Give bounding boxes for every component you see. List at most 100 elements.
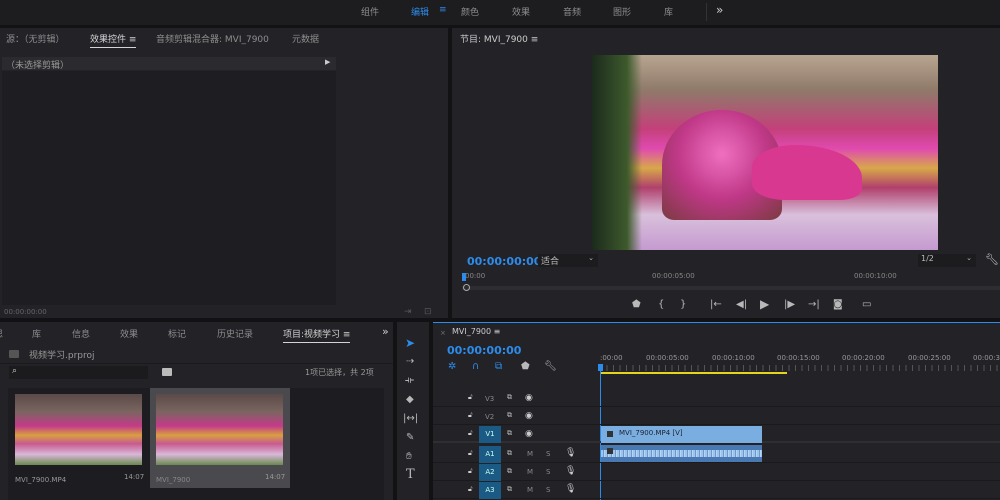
mark-out-icon[interactable]: } — [680, 300, 686, 310]
sync-icon[interactable]: ⧉ — [507, 429, 512, 438]
mute-button[interactable]: M — [527, 468, 533, 476]
razor-tool-icon[interactable]: ◆ — [406, 395, 414, 405]
microphone-icon[interactable]: 🎙︎ — [565, 466, 576, 476]
timeline-timecode[interactable]: 00:00:00:00 — [447, 344, 521, 357]
mute-button[interactable]: M — [527, 486, 533, 494]
lock-icon[interactable]: 🔓︎ — [468, 393, 473, 402]
lock-icon[interactable]: 🔓︎ — [468, 485, 473, 494]
go-to-in-icon[interactable]: |← — [710, 300, 722, 310]
sync-icon[interactable]: ⧉ — [507, 393, 512, 402]
lock-icon[interactable]: 🔓︎ — [468, 449, 473, 458]
resolution-dropdown[interactable]: 1/2 ⌄ — [918, 254, 976, 267]
tab-effects[interactable]: 效果 — [120, 327, 138, 340]
lock-icon[interactable]: 🔓︎ — [468, 411, 473, 420]
lock-icon[interactable]: 🔓︎ — [468, 429, 473, 438]
step-forward-icon[interactable]: |▶ — [784, 300, 795, 310]
scroll-bar[interactable] — [462, 286, 1000, 290]
pen-tool-icon[interactable]: ✎ — [406, 433, 414, 443]
go-to-out-icon[interactable]: →| — [808, 300, 820, 310]
tab-info[interactable]: 信息 — [72, 327, 90, 340]
lock-icon[interactable]: 🔓︎ — [468, 467, 473, 476]
tab-partial[interactable]: 思 — [0, 327, 3, 340]
zoom-fit-dropdown[interactable]: 适合 ⌄ — [538, 254, 598, 267]
track-select-tool-icon[interactable]: ⇢ — [406, 357, 414, 367]
new-bin-icon[interactable] — [162, 368, 172, 376]
wrench-icon[interactable]: 🔧︎ — [544, 362, 557, 372]
tab-markers[interactable]: 标记 — [168, 327, 186, 340]
more-tabs-button[interactable]: » — [382, 325, 389, 338]
tab-source[interactable]: 源：（无剪辑） — [6, 32, 65, 45]
add-marker-icon[interactable]: ⬟ — [521, 362, 530, 372]
tab-label: 效果控件 — [90, 35, 127, 45]
microphone-icon[interactable]: 🎙︎ — [565, 484, 576, 494]
menu-icon[interactable]: ≡ — [494, 327, 501, 336]
export-icon[interactable]: ⇥ — [404, 307, 412, 317]
solo-button[interactable]: S — [546, 468, 550, 476]
title-label: 节目: MVI_7900 — [460, 35, 528, 45]
camera-icon[interactable]: ◙ — [833, 300, 843, 310]
sync-icon[interactable]: ⧉ — [507, 467, 512, 476]
sync-icon[interactable]: ⧉ — [507, 449, 512, 458]
menu-icon[interactable]: ≡ — [343, 330, 351, 340]
workspace-libraries[interactable]: 库 — [664, 5, 673, 18]
tab-metadata[interactable]: 元数据 — [292, 32, 319, 45]
eye-icon[interactable]: ◉ — [525, 393, 533, 403]
mute-button[interactable]: M — [527, 450, 533, 458]
slip-tool-icon[interactable]: |↔| — [403, 414, 418, 424]
add-marker-icon[interactable]: ⬟ — [632, 300, 641, 310]
workspace-effects[interactable]: 效果 — [512, 5, 530, 18]
sequence-tab[interactable]: MVI_7900 ≡ — [452, 327, 500, 336]
close-icon[interactable]: × — [440, 329, 446, 337]
nest-icon[interactable]: ✲ — [448, 362, 456, 372]
search-input[interactable]: ⌕ — [9, 366, 148, 379]
play-icon[interactable]: ▶ — [760, 298, 769, 310]
media-item[interactable]: MVI_7900.MP4 14:07 — [10, 390, 150, 490]
workspace-assembly[interactable]: 组件 — [361, 5, 379, 18]
step-back-icon[interactable]: ◀| — [736, 300, 747, 310]
work-area-bar[interactable] — [600, 372, 787, 374]
track-target-a3[interactable]: A3 — [479, 482, 501, 499]
workspace-graphics[interactable]: 图形 — [613, 5, 631, 18]
ripple-edit-tool-icon[interactable]: ⟛ — [405, 376, 414, 386]
comparison-view-icon[interactable]: ▭ — [862, 300, 871, 310]
track-target-a1[interactable]: A1 — [479, 446, 501, 463]
type-tool-icon[interactable]: T — [406, 468, 415, 481]
snap-icon[interactable]: ∩ — [472, 362, 479, 372]
tab-history[interactable]: 历史记录 — [217, 327, 253, 340]
track-target-v1[interactable]: V1 — [479, 426, 501, 443]
playhead-timecode[interactable]: 00:00:00:00 — [467, 255, 541, 268]
video-clip[interactable]: MVI_7900.MP4 [V] — [601, 426, 762, 443]
tab-project[interactable]: 项目:视频学习 ≡ — [283, 327, 351, 343]
tab-libraries[interactable]: 库 — [32, 327, 41, 340]
mark-in-icon[interactable]: { — [658, 300, 664, 310]
eye-icon[interactable]: ◉ — [525, 411, 533, 421]
zoom-handle[interactable] — [463, 284, 470, 291]
menu-icon[interactable]: ≡ — [129, 35, 137, 45]
timeline-ruler[interactable]: :00:00 00:00:05:00 00:00:10:00 00:00:15:… — [600, 350, 1000, 378]
playhead-handle[interactable] — [598, 364, 603, 371]
hand-tool-icon[interactable]: ✋︎ — [406, 452, 412, 462]
expand-icon[interactable]: ▶ — [325, 58, 330, 66]
microphone-icon[interactable]: 🎙︎ — [565, 448, 576, 458]
selection-tool-icon[interactable]: ➤ — [405, 337, 415, 349]
menu-icon[interactable]: ≡ — [439, 5, 447, 15]
tab-audio-clip-mixer[interactable]: 音频剪辑混合器: MVI_7900 — [156, 32, 269, 45]
solo-button[interactable]: S — [546, 486, 550, 494]
eye-icon[interactable]: ◉ — [525, 429, 533, 439]
workspace-audio[interactable]: 音频 — [563, 5, 581, 18]
playhead[interactable] — [462, 273, 466, 281]
linked-selection-icon[interactable]: ⧉ — [495, 362, 502, 372]
sync-icon[interactable]: ⧉ — [507, 485, 512, 494]
solo-button[interactable]: S — [546, 450, 550, 458]
track-target-a2[interactable]: A2 — [479, 464, 501, 481]
audio-clip[interactable] — [601, 445, 762, 462]
filter-icon[interactable]: ⊡ — [424, 307, 432, 317]
menu-icon[interactable]: ≡ — [531, 35, 539, 45]
workspace-editing[interactable]: 编辑 — [411, 5, 429, 18]
workspace-color[interactable]: 颜色 — [461, 5, 479, 18]
sync-icon[interactable]: ⧉ — [507, 411, 512, 420]
wrench-icon[interactable]: 🔧︎ — [985, 253, 999, 266]
media-item-selected[interactable]: MVI_7900 14:07 — [150, 388, 290, 488]
tab-effect-controls[interactable]: 效果控件 ≡ — [90, 32, 137, 48]
more-workspaces-button[interactable]: » — [716, 3, 723, 17]
